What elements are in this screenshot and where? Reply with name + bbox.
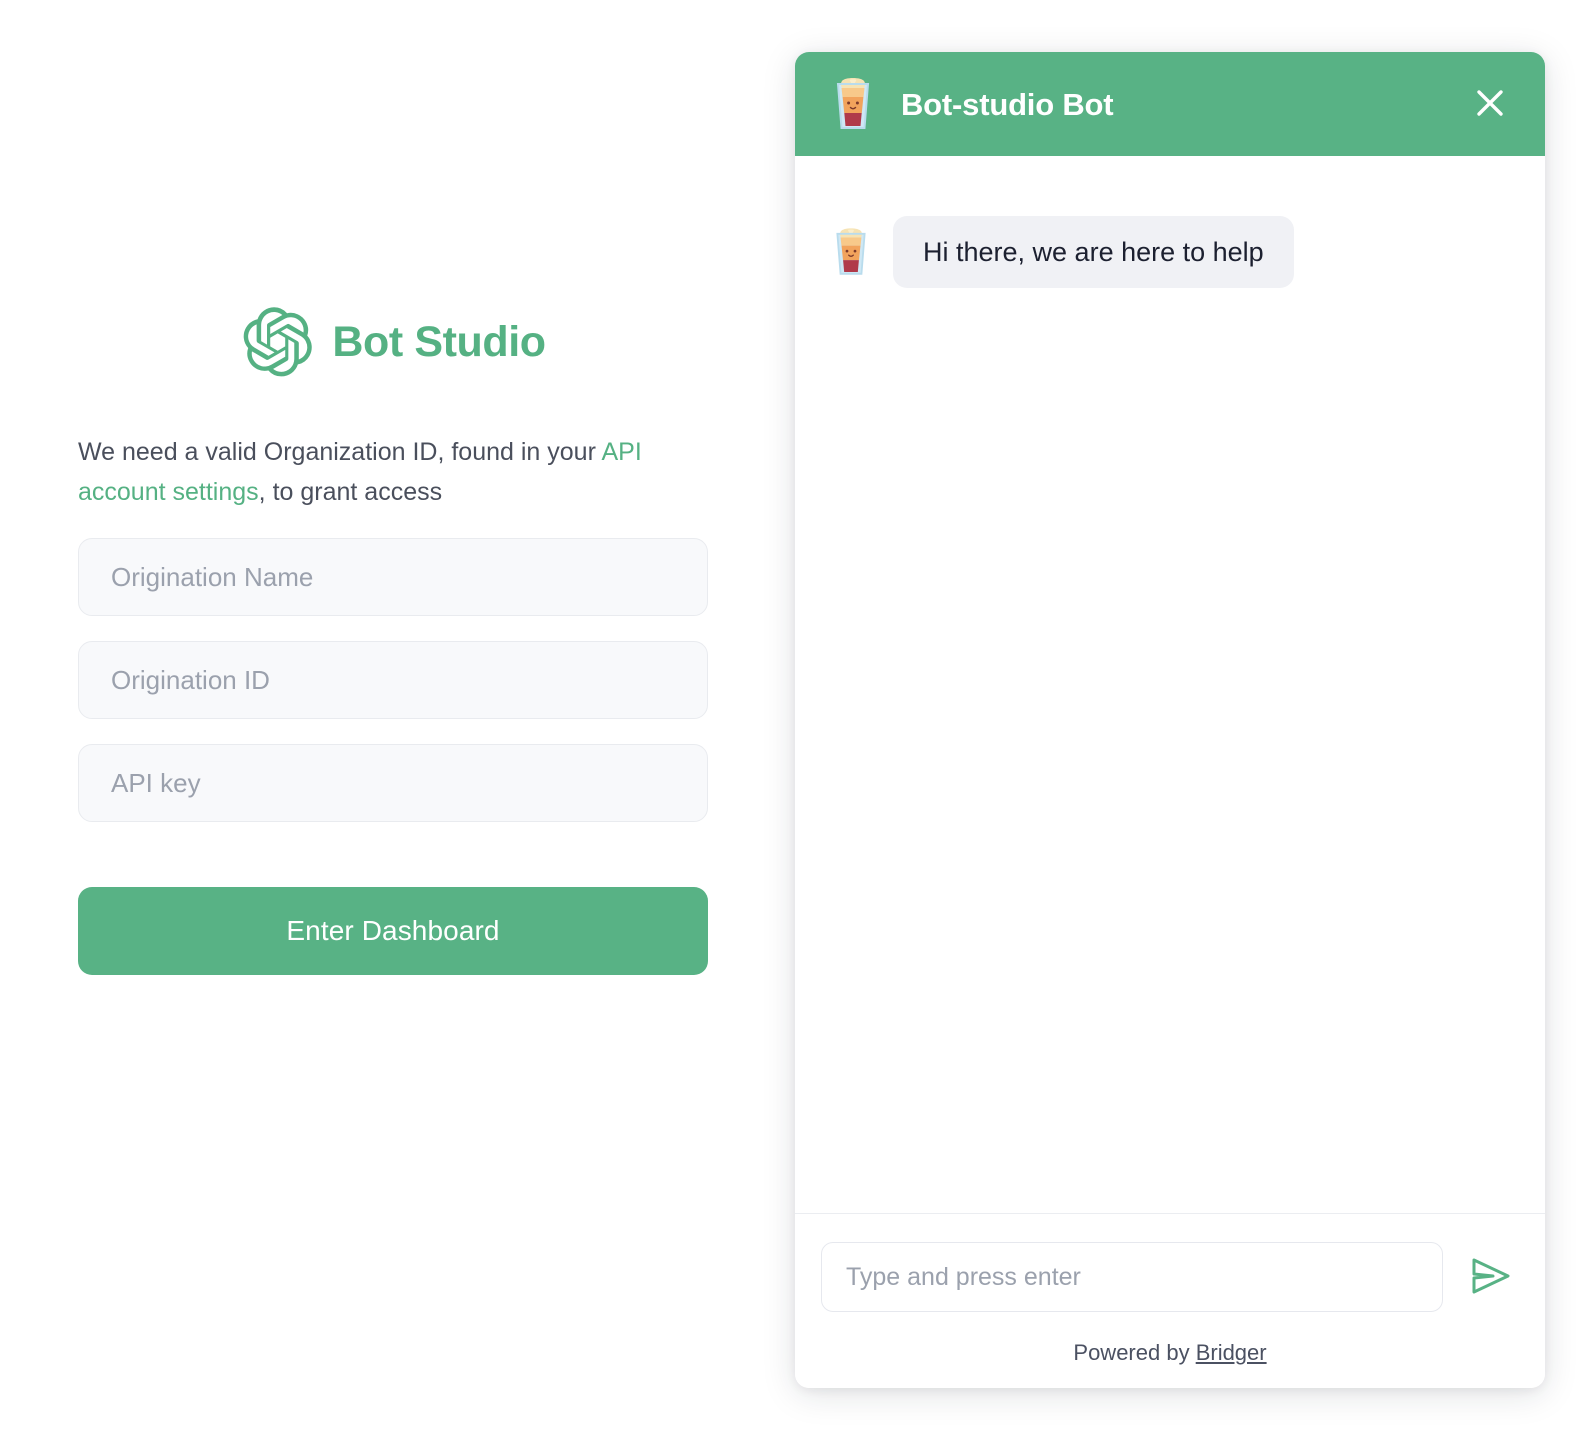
login-panel: Bot Studio We need a valid Organization … [0, 0, 760, 1440]
enter-dashboard-button[interactable]: Enter Dashboard [78, 887, 708, 975]
openai-blossom-logo-icon [242, 307, 313, 377]
chat-title: Bot-studio Bot [901, 86, 1114, 122]
bridger-link[interactable]: Bridger [1196, 1340, 1267, 1365]
chat-message-row: Hi there, we are here to help [795, 216, 1545, 288]
helper-text-after: , to grant access [258, 478, 443, 506]
beer-glass-emoji-icon [831, 78, 875, 130]
close-chat-button[interactable] [1469, 83, 1511, 125]
powered-by-footer: Powered by Bridger [795, 1312, 1545, 1388]
chat-composer [795, 1242, 1545, 1312]
brand-header: Bot Studio [78, 296, 710, 388]
origination-name-input[interactable] [78, 538, 708, 616]
chat-message-list: Hi there, we are here to help [795, 156, 1545, 1213]
powered-by-label: Powered by [1073, 1340, 1196, 1365]
chat-widget: Bot-studio Bot Hi there, we are here to … [795, 52, 1545, 1388]
send-paper-plane-icon [1469, 1256, 1513, 1299]
origination-id-input[interactable] [78, 641, 708, 719]
close-x-icon [1473, 86, 1507, 123]
login-form-container: Bot Studio We need a valid Organization … [78, 296, 710, 975]
helper-text: We need a valid Organization ID, found i… [78, 432, 678, 512]
send-message-button[interactable] [1465, 1251, 1517, 1303]
chat-message-bubble: Hi there, we are here to help [893, 216, 1294, 288]
brand-name: Bot Studio [332, 317, 546, 366]
helper-text-before: We need a valid Organization ID, found i… [78, 438, 602, 466]
app-root: Bot Studio We need a valid Organization … [0, 0, 1596, 1440]
message-beer-glass-emoji-icon [831, 228, 871, 276]
chat-footer: Powered by Bridger [795, 1213, 1545, 1388]
api-key-input[interactable] [78, 744, 708, 822]
chat-message-input[interactable] [821, 1242, 1443, 1312]
chat-header: Bot-studio Bot [795, 52, 1545, 156]
